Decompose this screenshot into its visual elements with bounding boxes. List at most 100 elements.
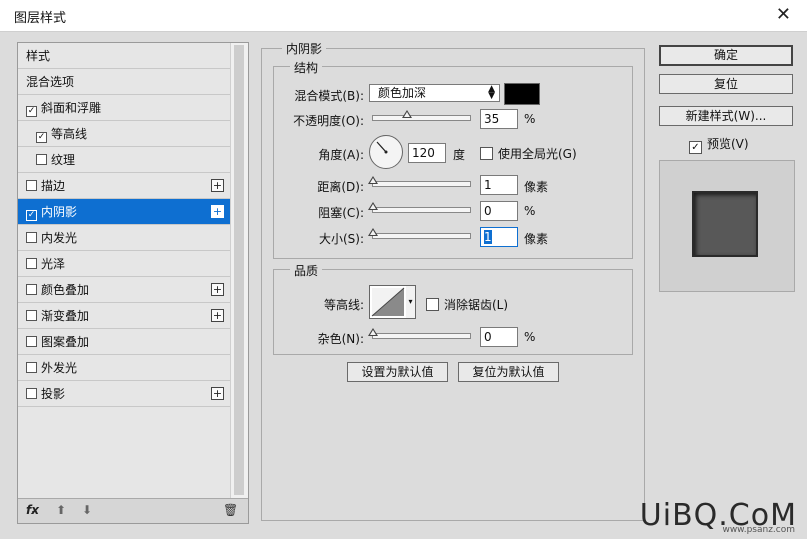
style-checkbox[interactable] [26,310,37,321]
arrow-up-icon[interactable]: ⬆ [56,503,66,517]
style-list-item[interactable]: 内发光 [18,225,230,251]
new-style-button[interactable]: 新建样式(W)... [659,106,793,126]
style-checkbox[interactable] [36,154,47,165]
watermark: UiBQ.CoM www.psanz.com [640,498,797,535]
contour-label: 等高线: [323,298,364,312]
contour-dropdown-icon[interactable]: ▾ [406,285,416,319]
contour-picker[interactable] [369,285,407,319]
style-list-item-label: 描边 [41,179,66,193]
size-unit: 像素 [524,232,549,246]
size-slider-handle[interactable] [368,228,378,236]
global-light-box [480,147,493,160]
reset-button[interactable]: 复位 [659,74,793,94]
style-list-scrollbar[interactable] [230,43,248,498]
style-list-item[interactable]: 光泽 [18,251,230,277]
style-checkbox[interactable] [26,232,37,243]
window-title: 图层样式 [14,11,67,26]
style-list-item[interactable]: ✓ 内阴影 + [18,199,230,225]
style-list-item-label: 图案叠加 [41,335,90,349]
add-effect-icon[interactable]: + [211,205,224,218]
anti-alias-checkbox[interactable]: 消除锯齿(L) [426,296,508,313]
style-checkbox[interactable] [26,362,37,373]
scrollbar-thumb[interactable] [234,45,244,495]
style-checkbox[interactable]: ✓ [36,132,47,143]
opacity-slider[interactable] [372,110,471,121]
style-list-item-label: 等高线 [51,127,88,141]
global-light-label: 使用全局光(G) [498,147,577,161]
angle-dial-needle [376,141,388,154]
anti-alias-box [426,298,439,311]
angle-dial[interactable] [369,135,403,169]
style-list-item[interactable]: 投影 + [18,381,230,407]
style-list-item-label: 混合选项 [26,75,75,89]
style-list-item[interactable]: 描边 + [18,173,230,199]
close-icon[interactable]: ✕ [776,4,791,25]
style-list-item[interactable]: 渐变叠加 + [18,303,230,329]
style-list-item-label: 内阴影 [41,205,78,219]
add-effect-icon[interactable]: + [211,283,224,296]
opacity-slider-handle[interactable] [401,110,412,118]
noise-slider[interactable] [368,328,471,339]
noise-input[interactable]: 0 [480,327,518,347]
style-list-item-label: 斜面和浮雕 [41,101,102,115]
style-checkbox[interactable] [26,258,37,269]
blend-mode-select[interactable]: 颜色加深 ▲ ▼ [369,84,500,102]
choke-slider-handle[interactable] [368,202,378,210]
size-input[interactable]: 1 [480,227,518,247]
angle-input[interactable]: 120 [408,143,446,163]
style-checkbox[interactable]: ✓ [26,106,37,117]
preview-swatch [692,191,758,257]
shadow-color-swatch[interactable] [504,83,540,105]
style-list-item[interactable]: 外发光 [18,355,230,381]
add-effect-icon[interactable]: + [211,179,224,192]
style-checkbox[interactable] [26,180,37,191]
style-list-item[interactable]: ✓ 等高线 [18,121,230,147]
style-list-item[interactable]: 混合选项 [18,69,230,95]
distance-slider[interactable] [368,176,471,187]
distance-label: 距离(D): [317,180,364,194]
arrow-down-icon[interactable]: ⬇ [82,503,92,517]
style-checkbox[interactable]: ✓ [26,210,37,221]
select-arrows-icon: ▲ ▼ [488,84,495,101]
noise-label: 杂色(N): [317,332,364,346]
style-checkbox[interactable] [26,284,37,295]
noise-slider-handle[interactable] [368,328,378,336]
style-checkbox[interactable] [26,388,37,399]
ok-button[interactable]: 确定 [659,45,793,66]
choke-label: 阻塞(C): [318,206,364,220]
panel-title: 内阴影 [282,40,327,57]
style-checkbox[interactable] [26,336,37,347]
add-effect-icon[interactable]: + [211,309,224,322]
choke-slider[interactable] [368,202,471,213]
style-list-item-label: 渐变叠加 [41,309,90,323]
style-list-item[interactable]: 纹理 [18,147,230,173]
noise-unit: % [524,330,536,344]
style-list-item[interactable]: 颜色叠加 + [18,277,230,303]
style-list-rows: 样式 混合选项 ✓ 斜面和浮雕 ✓ 等高线 纹理 描边 + ✓ 内阴影 + 内发光 光泽 颜色叠加 + 渐变叠加… [18,43,230,407]
global-light-checkbox[interactable]: 使用全局光(G) [480,145,577,162]
style-list-toolbar: fx ▾ ⬆ ⬇ 🗑 [18,498,248,523]
style-list-item[interactable]: 样式 [18,43,230,69]
style-list-item-label: 光泽 [41,257,66,271]
preview-box: ✓ [689,141,702,154]
preview-checkbox[interactable]: ✓ 预览(V) [689,135,749,154]
quality-title: 品质 [290,262,323,279]
blend-mode-value: 颜色加深 [378,86,427,100]
style-list-item[interactable]: ✓ 斜面和浮雕 [18,95,230,121]
structure-title: 结构 [290,59,323,76]
distance-input[interactable]: 1 [480,175,518,195]
make-default-button[interactable]: 设置为默认值 [347,362,448,382]
reset-default-button[interactable]: 复位为默认值 [458,362,559,382]
blend-mode-label: 混合模式(B): [294,89,364,103]
choke-input[interactable]: 0 [480,201,518,221]
size-slider[interactable] [368,228,471,239]
add-effect-icon[interactable]: + [211,387,224,400]
trash-icon[interactable]: 🗑 [223,503,238,517]
fx-dropdown-icon[interactable]: ▾ [32,509,35,516]
style-list-item-label: 外发光 [41,361,78,375]
style-list-item-label: 纹理 [51,153,76,167]
distance-unit: 像素 [524,180,549,194]
style-list-item[interactable]: 图案叠加 [18,329,230,355]
opacity-input[interactable]: 35 [480,109,518,129]
distance-slider-handle[interactable] [368,176,378,184]
